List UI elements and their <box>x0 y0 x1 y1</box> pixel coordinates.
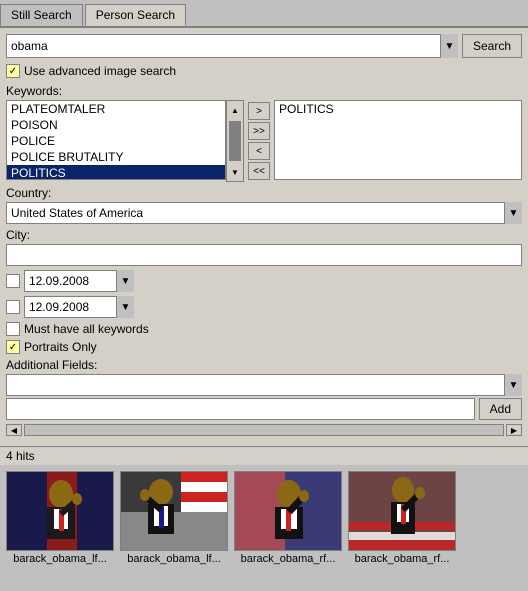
search-input-wrap: ▼ <box>6 34 458 58</box>
kw-item-selected[interactable]: POLITICS <box>7 165 225 180</box>
country-select[interactable]: United States of America Germany France … <box>6 202 522 224</box>
thumb-svg-3 <box>235 472 342 551</box>
thumb-label-4: barack_obama_rf... <box>355 553 450 565</box>
thumb-item-3[interactable]: barack_obama_rf... <box>234 471 342 565</box>
advanced-search-label: Use advanced image search <box>24 64 176 78</box>
thumb-img-3 <box>234 471 342 551</box>
portraits-checkbox[interactable] <box>6 340 20 354</box>
thumb-label-3: barack_obama_rf... <box>241 553 336 565</box>
additional-input-row: Add <box>6 398 522 420</box>
scroll-up-btn[interactable]: ▲ <box>227 101 243 119</box>
thumb-item-4[interactable]: barack_obama_rf... <box>348 471 456 565</box>
hits-bar: 4 hits <box>0 446 528 465</box>
kw-item[interactable]: POLICE <box>7 133 225 149</box>
thumb-img-4 <box>348 471 456 551</box>
kw-item[interactable]: PLATEOMTALER <box>7 101 225 117</box>
additional-select[interactable] <box>6 374 522 396</box>
move-left-one[interactable]: < <box>248 142 270 160</box>
thumb-svg-2 <box>121 472 228 551</box>
kw-item[interactable]: POISON <box>7 117 225 133</box>
country-select-wrap: United States of America Germany France … <box>6 202 522 224</box>
date-checkbox-1[interactable] <box>6 274 20 288</box>
thumb-img-1 <box>6 471 114 551</box>
search-button[interactable]: Search <box>462 34 522 58</box>
arrows-col: > >> < << <box>246 100 272 182</box>
scroll-thumb[interactable] <box>229 121 241 161</box>
horiz-scroll: ◀ ▶ <box>6 424 522 436</box>
keywords-section: PLATEOMTALER POISON POLICE POLICE BRUTAL… <box>6 100 522 182</box>
date-select-wrap-2: ▼ <box>24 296 134 318</box>
move-left-all[interactable]: << <box>248 162 270 180</box>
thumb-item-2[interactable]: barack_obama_lf... <box>120 471 228 565</box>
additional-value-input[interactable] <box>6 398 475 420</box>
advanced-search-checkbox[interactable] <box>6 64 20 78</box>
search-input[interactable] <box>6 34 458 58</box>
city-label: City: <box>6 228 522 242</box>
kw-item[interactable]: POLICE BRUTALITY <box>7 149 225 165</box>
tab-person-search[interactable]: Person Search <box>85 4 186 26</box>
search-row: ▼ Search <box>6 34 522 58</box>
scroll-left-btn[interactable]: ◀ <box>6 424 22 436</box>
move-right-one[interactable]: > <box>248 102 270 120</box>
additional-select-wrap: ▼ <box>6 374 522 396</box>
search-dropdown-arrow[interactable]: ▼ <box>440 34 458 58</box>
thumb-svg-1 <box>7 472 114 551</box>
main-content: ▼ Search Use advanced image search Keywo… <box>0 28 528 446</box>
thumb-img-2 <box>120 471 228 551</box>
thumbnails-area: barack_obama_lf... barack_obam <box>0 465 528 571</box>
keywords-list-right[interactable]: POLITICS <box>274 100 522 180</box>
city-input[interactable] <box>6 244 522 266</box>
date-row-1: ▼ <box>6 270 522 292</box>
thumb-label-1: barack_obama_lf... <box>13 553 107 565</box>
scroll-down-btn[interactable]: ▼ <box>227 163 243 181</box>
hits-count: 4 hits <box>6 449 35 463</box>
additional-fields-label: Additional Fields: <box>6 358 522 372</box>
date-input-2[interactable] <box>24 296 134 318</box>
date-input-1[interactable] <box>24 270 134 292</box>
country-label: Country: <box>6 186 522 200</box>
portraits-label: Portraits Only <box>24 340 97 354</box>
portraits-row: Portraits Only <box>6 340 522 354</box>
move-right-all[interactable]: >> <box>248 122 270 140</box>
additional-dropdown-row: ▼ <box>6 374 522 396</box>
tab-bar: Still Search Person Search <box>0 0 528 28</box>
date-checkbox-2[interactable] <box>6 300 20 314</box>
must-have-label: Must have all keywords <box>24 322 149 336</box>
keywords-list-left[interactable]: PLATEOMTALER POISON POLICE POLICE BRUTAL… <box>6 100 226 180</box>
keywords-label: Keywords: <box>6 84 522 98</box>
must-have-row: Must have all keywords <box>6 322 522 336</box>
thumb-item-1[interactable]: barack_obama_lf... <box>6 471 114 565</box>
keywords-left: PLATEOMTALER POISON POLICE POLICE BRUTAL… <box>6 100 244 182</box>
thumb-label-2: barack_obama_lf... <box>127 553 221 565</box>
thumb-svg-4 <box>349 472 456 551</box>
keywords-scrollbar[interactable]: ▲ ▼ <box>226 100 244 182</box>
add-button[interactable]: Add <box>479 398 522 420</box>
date-row-2: ▼ <box>6 296 522 318</box>
advanced-search-row: Use advanced image search <box>6 64 522 78</box>
scroll-right-btn[interactable]: ▶ <box>506 424 522 436</box>
date-select-wrap-1: ▼ <box>24 270 134 292</box>
tab-still-search[interactable]: Still Search <box>0 4 83 26</box>
scroll-track[interactable] <box>24 424 504 436</box>
must-have-checkbox[interactable] <box>6 322 20 336</box>
kw-selected-item[interactable]: POLITICS <box>279 102 517 116</box>
